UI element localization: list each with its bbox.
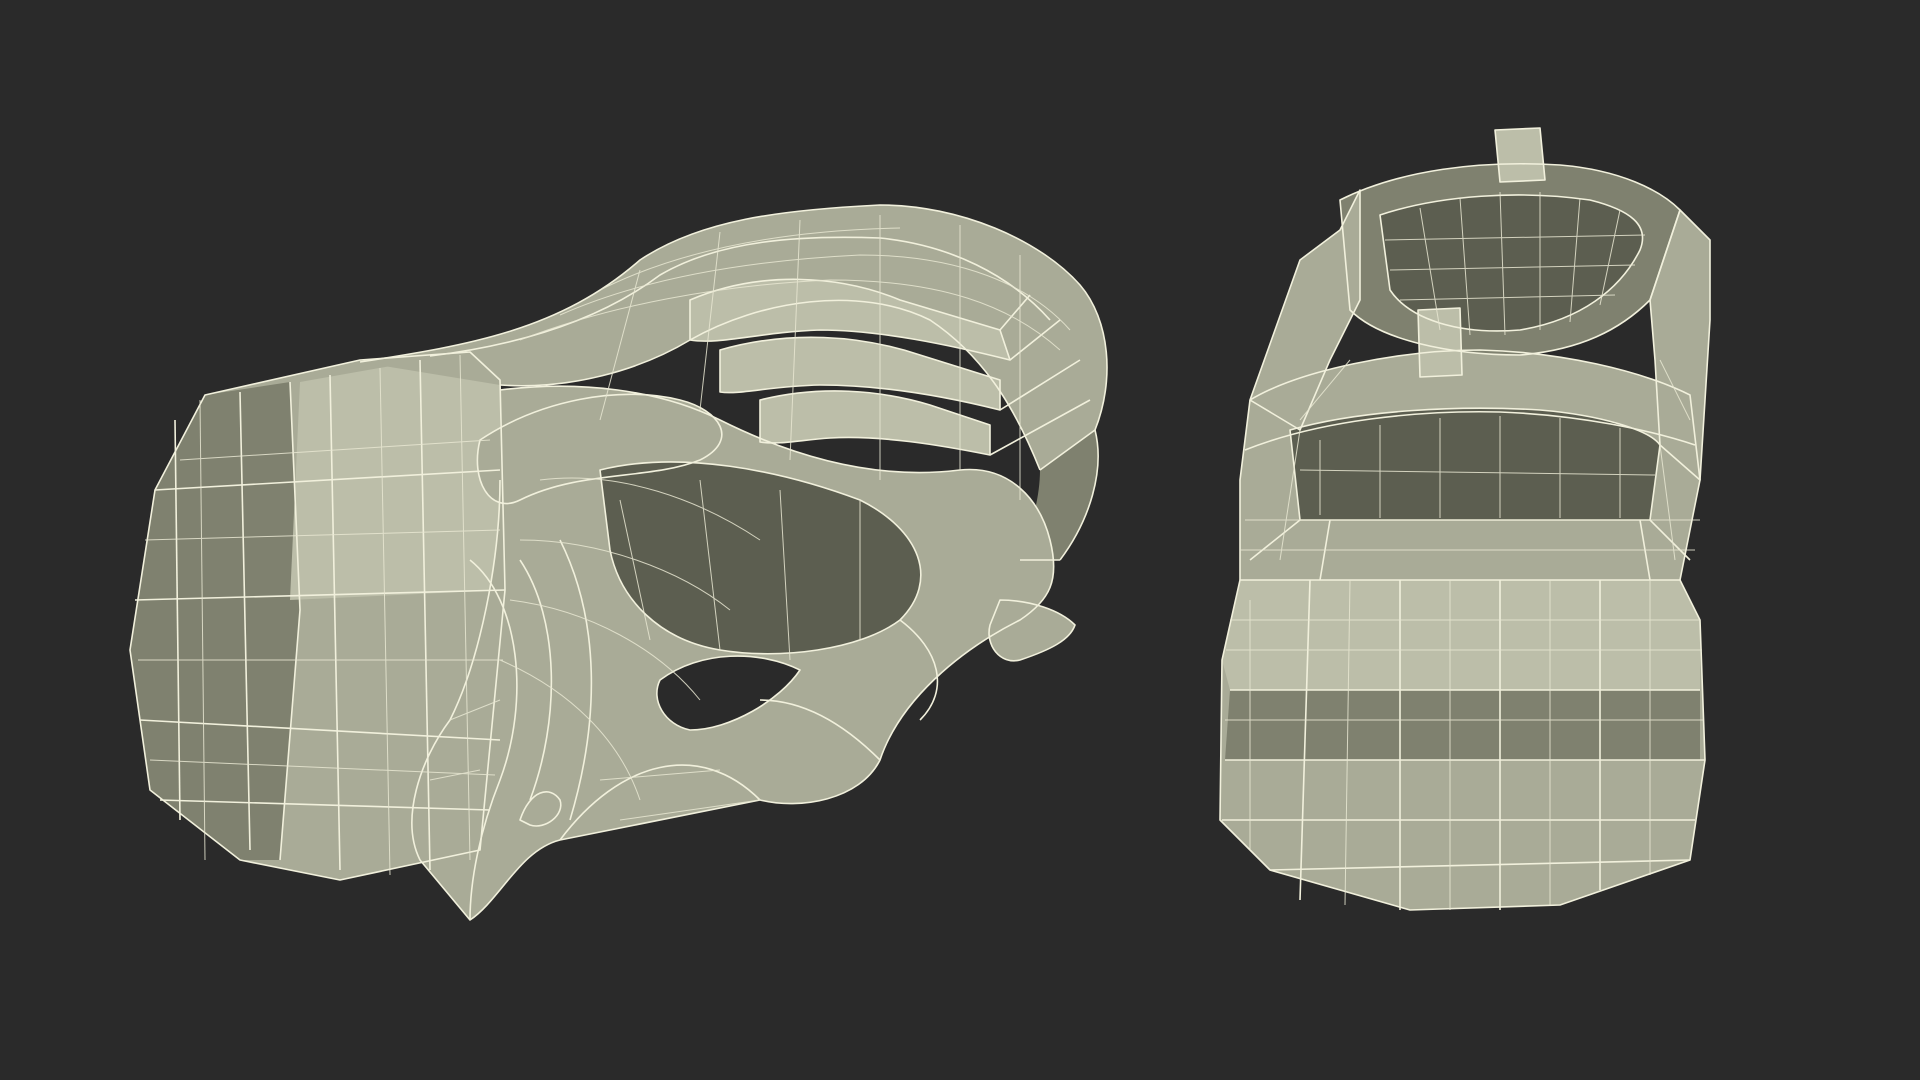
shoe-side-view	[129, 204, 1108, 921]
wireframe-scene	[129, 127, 1711, 921]
shoe-back-view	[1219, 127, 1711, 911]
render-viewport	[0, 0, 1920, 1080]
